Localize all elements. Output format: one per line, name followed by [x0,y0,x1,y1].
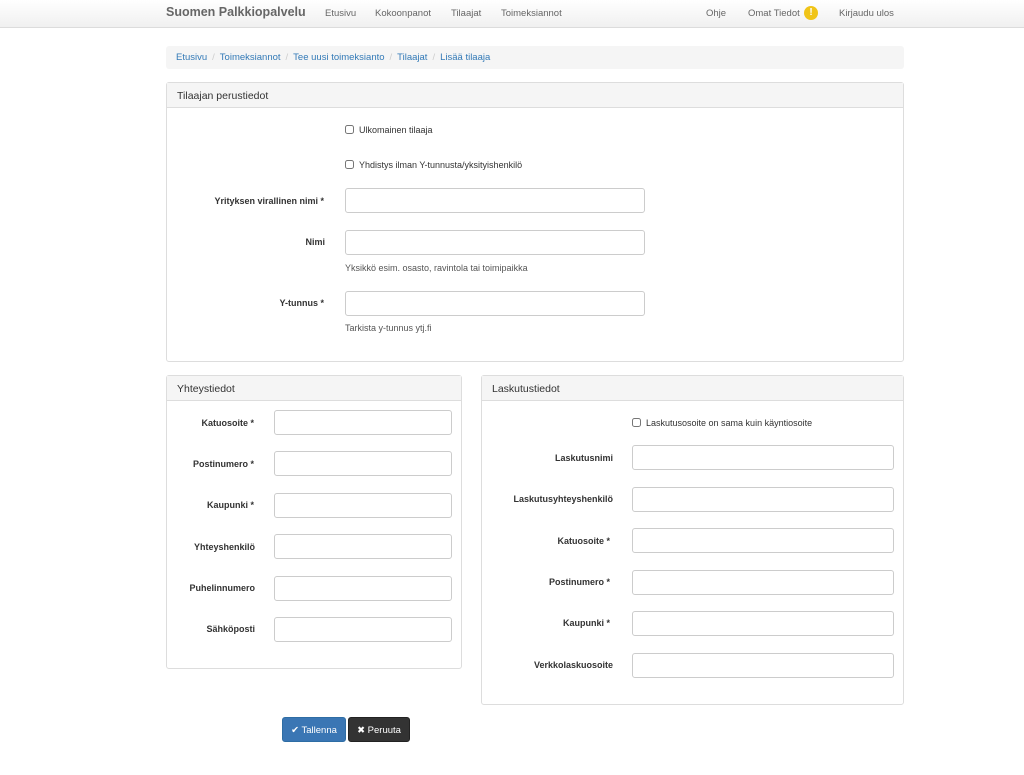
einvoice-address-label: Verkkolaskuosoite [533,660,613,670]
cancel-button[interactable]: ✖ Peruuta [348,717,410,742]
contact-email-input[interactable] [274,617,452,642]
basic-info-heading: Tilaajan perustiedot [167,83,903,108]
brand-logo[interactable]: Suomen Palkkiopalvelu [166,5,306,19]
nav-link-omat-tiedot[interactable]: Omat Tiedot [748,8,800,19]
billing-city-input[interactable] [632,611,894,636]
same-address-checkbox[interactable] [632,418,641,427]
contact-street-label: Katuosoite * [201,418,254,428]
name-label: Nimi [305,237,325,247]
nav-link-etusivu[interactable]: Etusivu [325,8,356,19]
official-name-input[interactable] [345,188,645,213]
billing-postal-label: Postinumero * [548,577,610,587]
name-input[interactable] [345,230,645,255]
contact-street-input[interactable] [274,410,452,435]
contact-person-label: Yhteyshenkilö [193,542,255,552]
contact-heading: Yhteystiedot [167,376,461,401]
contact-city-input[interactable] [274,493,452,518]
association-checkbox-row[interactable]: Yhdistys ilman Y-tunnusta/yksityishenkil… [345,160,522,170]
nav-link-toimeksiannot[interactable]: Toimeksiannot [501,8,562,19]
contact-person-input[interactable] [274,534,452,559]
breadcrumb-separator: / [432,52,436,63]
breadcrumb-tilaajat[interactable]: Tilaajat [397,52,427,63]
association-checkbox[interactable] [345,160,354,169]
billing-postal-input[interactable] [632,570,894,595]
official-name-label: Yrityksen virallinen nimi * [214,196,324,206]
billing-contact-input[interactable] [632,487,894,512]
billing-heading: Laskutustiedot [482,376,903,401]
same-address-label: Laskutusosoite on sama kuin käyntiosoite [646,418,813,428]
contact-phone-label: Puhelinnumero [189,583,255,593]
association-label: Yhdistys ilman Y-tunnusta/yksityishenkil… [359,160,523,170]
ytunnus-label: Y-tunnus * [279,298,325,308]
name-help-text: Yksikkö esim. osasto, ravintola tai toim… [345,263,528,273]
nav-link-ohje[interactable]: Ohje [706,8,726,19]
breadcrumb-lisaa-tilaaja[interactable]: Lisää tilaaja [440,52,490,63]
contact-postal-input[interactable] [274,451,452,476]
nav-link-tilaajat[interactable]: Tilaajat [451,8,481,19]
billing-name-label: Laskutusnimi [554,453,613,463]
foreign-client-checkbox-row[interactable]: Ulkomainen tilaaja [345,125,433,135]
same-address-checkbox-row[interactable]: Laskutusosoite on sama kuin käyntiosoite [632,418,812,428]
breadcrumb-toimeksiannot[interactable]: Toimeksiannot [220,52,281,63]
breadcrumb-tee-uusi-toimeksianto[interactable]: Tee uusi toimeksianto [293,52,384,63]
top-navbar: Suomen Palkkiopalvelu Etusivu Kokoonpano… [0,0,1024,28]
contact-email-label: Sähköposti [206,624,255,634]
nav-link-kirjaudu-ulos[interactable]: Kirjaudu ulos [839,8,894,19]
billing-contact-label: Laskutusyhteyshenkilö [513,494,613,504]
breadcrumb-etusivu[interactable]: Etusivu [176,52,207,63]
basic-info-panel: Tilaajan perustiedot [166,82,904,362]
ytunnus-input[interactable] [345,291,645,316]
breadcrumb: Etusivu / Toimeksiannot / Tee uusi toimeksia… [166,46,904,69]
billing-city-label: Kaupunki * [562,618,610,628]
contact-phone-input[interactable] [274,576,452,601]
billing-street-input[interactable] [632,528,894,553]
einvoice-address-input[interactable] [632,653,894,678]
billing-name-input[interactable] [632,445,894,470]
billing-street-label: Katuosoite * [557,536,610,546]
contact-postal-label: Postinumero * [192,459,254,469]
breadcrumb-separator: / [212,52,215,63]
breadcrumb-separator: / [389,52,393,63]
warning-badge-icon[interactable]: ! [804,6,818,20]
foreign-client-checkbox[interactable] [345,125,354,134]
foreign-client-label: Ulkomainen tilaaja [359,125,433,135]
nav-link-kokoonpanot[interactable]: Kokoonpanot [375,8,431,19]
contact-city-label: Kaupunki * [206,500,254,510]
breadcrumb-separator: / [285,52,289,63]
save-button[interactable]: ✔ Tallenna [282,717,346,742]
ytunnus-help-text: Tarkista y-tunnus ytj.fi [345,323,432,333]
